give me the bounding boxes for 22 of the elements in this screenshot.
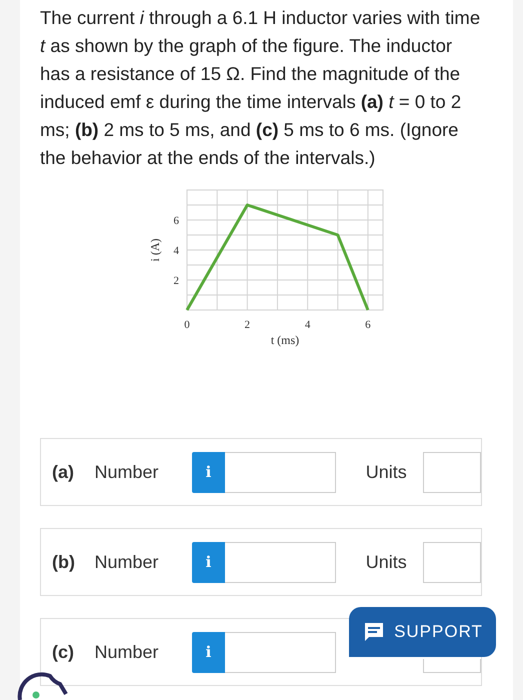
part-label: (a) (52, 462, 75, 482)
y-tick-label: 4 (174, 245, 179, 257)
number-label: Number (94, 462, 160, 482)
units-label: Units (366, 552, 408, 572)
info-button[interactable]: i (192, 632, 225, 672)
info-button[interactable]: i (192, 452, 225, 492)
question-text: The current i through a 6.1 H inductor varies with time t as shown by the graph of the figure. The inductor has a resistance of 15 Ω. Find the magnitude of the induced emf ε during the time intervals (a) t = 0 to 2 ms; (b) 2 ms to 5 ms, and (c) 5 ms to 6 ms. (Ignore the behavior at the ends of the intervals.) (40, 6, 482, 170)
units-label: Units (366, 462, 408, 482)
part-label: (b) (52, 552, 76, 572)
y-axis-label: i (A) (148, 238, 162, 262)
x-tick-label: 2 (244, 319, 250, 331)
y-tick-label: 6 (174, 215, 179, 227)
x-tick-label: 4 (304, 319, 310, 331)
number-label: Number (94, 552, 160, 572)
part-label: (c) (52, 642, 75, 662)
x-axis-label: t (ms) (270, 333, 300, 347)
x-tick-label: 6 (365, 319, 371, 331)
info-button[interactable]: i (192, 542, 225, 582)
support-button[interactable]: SUPPORT (349, 607, 496, 657)
y-tick-label: 2 (174, 275, 179, 287)
number-label: Number (94, 642, 160, 662)
x-tick-label: 0 (184, 319, 190, 331)
